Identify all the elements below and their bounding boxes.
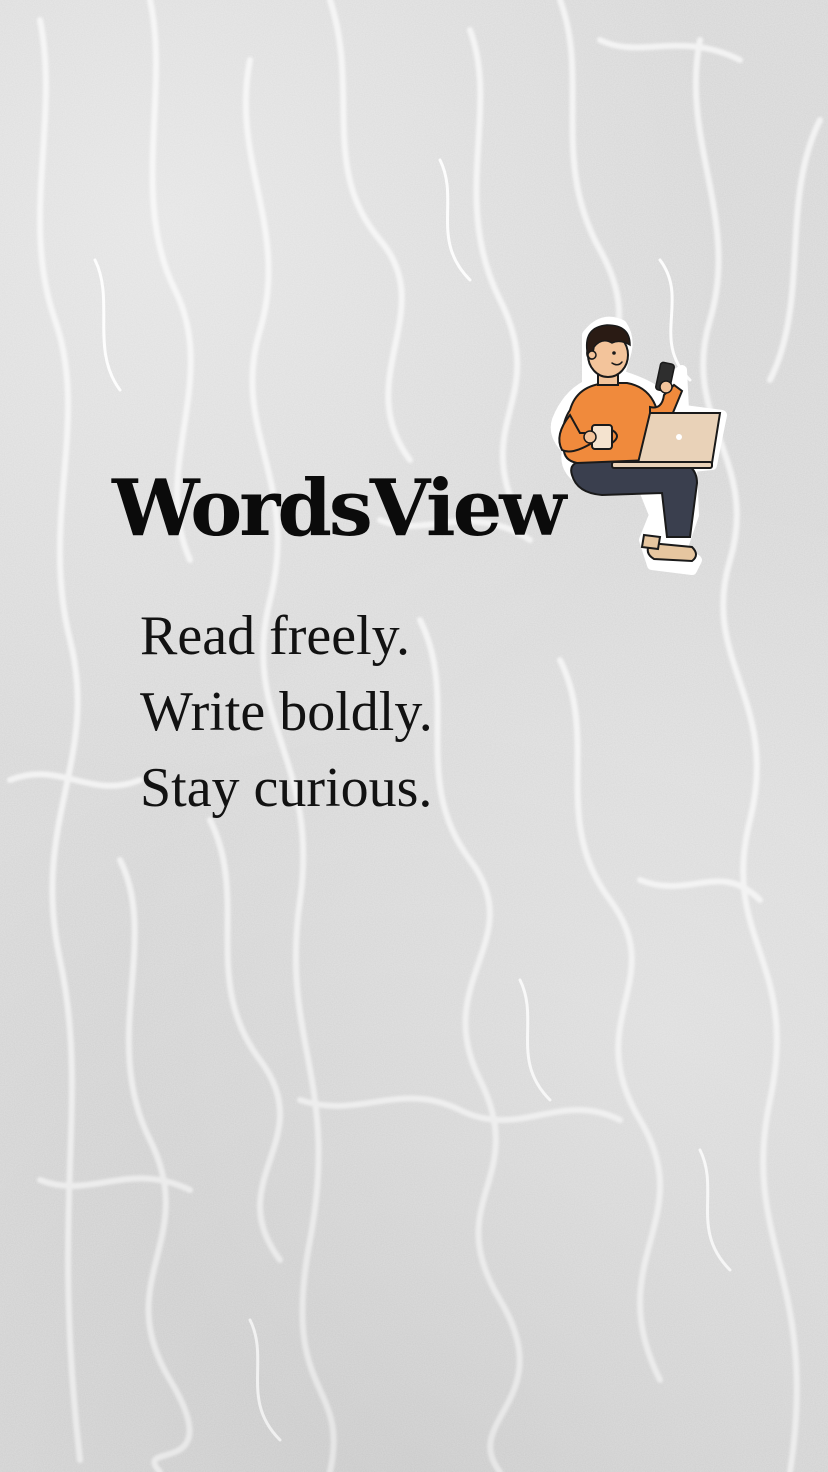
tagline-line-write: Write boldly.: [140, 681, 433, 743]
tagline-line-curious: Stay curious.: [140, 757, 433, 819]
tagline: Read freely. Write boldly. Stay curious.: [140, 598, 433, 826]
app-title: WordsView: [112, 463, 566, 554]
tagline-line-read: Read freely.: [140, 605, 410, 667]
person-with-laptop-and-phone-icon: [550, 316, 727, 575]
